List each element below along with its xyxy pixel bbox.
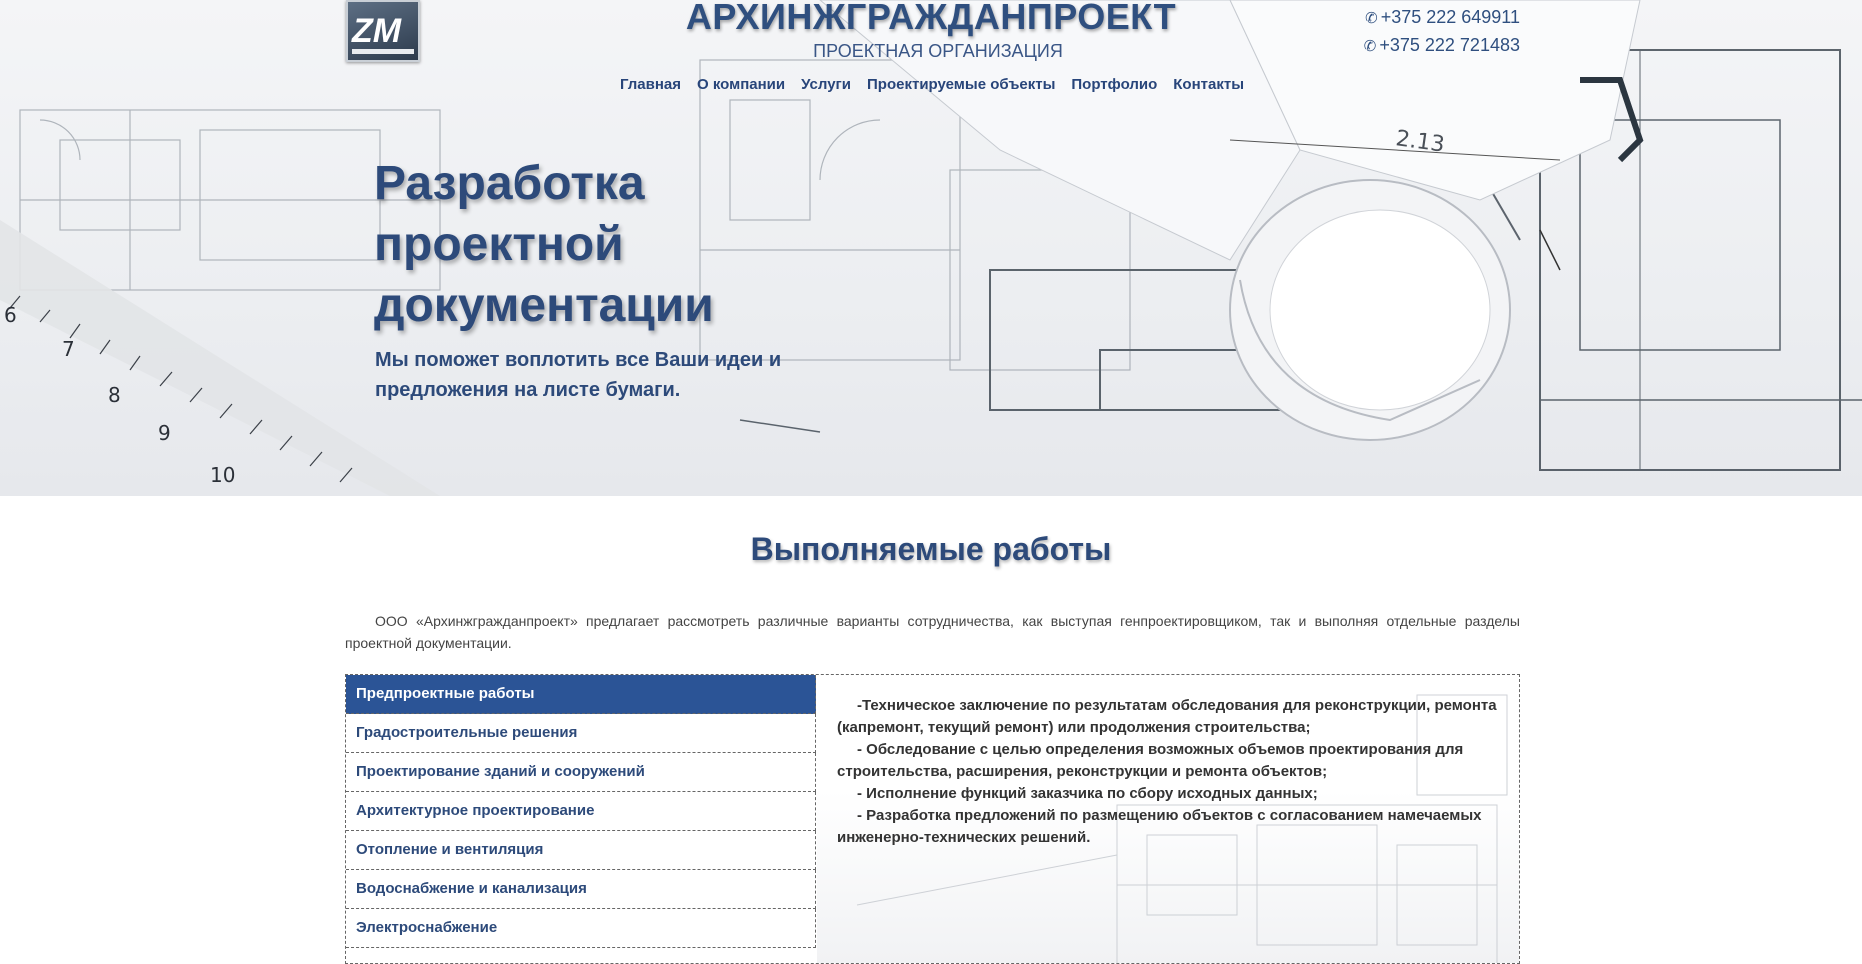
content-paragraph: - Разработка предложений по размещению о… — [837, 807, 1482, 846]
svg-text:10: 10 — [210, 463, 235, 487]
phone-list: ✆ +375 222 649911 ✆ +375 222 721483 — [1364, 4, 1520, 60]
tab-heating-ventilation[interactable]: Отопление и вентиляция — [346, 831, 816, 870]
phone-icon: ✆ — [1363, 38, 1377, 55]
brand-subtitle: ПРОЕКТНАЯ ОРГАНИЗАЦИЯ — [813, 41, 1063, 61]
nav-item-services[interactable]: Услуги — [801, 76, 851, 93]
nav-item-portfolio[interactable]: Портфолио — [1071, 76, 1157, 93]
hero-banner: 678 9 10 2.13 ZM АРХИНЖГРАЖДАНПРОЕКТ ПРОЕ… — [0, 0, 1862, 496]
phone-item[interactable]: ✆ +375 222 721483 — [1364, 32, 1520, 60]
svg-text:9: 9 — [158, 421, 171, 445]
svg-text:7: 7 — [62, 337, 75, 361]
tab-water-sewerage[interactable]: Водоснабжение и канализация — [346, 870, 816, 909]
phone-number: +375 222 721483 — [1379, 35, 1520, 55]
phone-number: +375 222 649911 — [1380, 7, 1520, 27]
blueprint-background-image: 678 910 2.13 — [0, 0, 1862, 496]
tab-architecture[interactable]: Архитектурное проектирование — [346, 792, 816, 831]
content-paragraph: - Исполнение функций заказчика по сбору … — [857, 785, 1318, 802]
tab-content: -Техническое заключение по результатам о… — [817, 675, 1519, 963]
nav-item-about[interactable]: О компании — [697, 76, 785, 93]
svg-text:6: 6 — [4, 303, 17, 327]
tab-urban-planning[interactable]: Градостроительные решения — [346, 714, 816, 753]
nav-item-objects[interactable]: Проектируемые объекты — [867, 76, 1055, 93]
services-tab-list: Предпроектные работы Градостроительные р… — [346, 675, 816, 948]
nav-item-contacts[interactable]: Контакты — [1173, 76, 1244, 93]
tab-content-text: -Техническое заключение по результатам о… — [837, 695, 1497, 849]
section-intro: ООО «Архинжгражданпроект» предлагает рас… — [345, 613, 1520, 651]
content-paragraph: -Техническое заключение по результатам о… — [837, 697, 1497, 736]
main-nav: Главная О компании Услуги Проектируемые … — [620, 76, 1244, 93]
brand-title: АРХИНЖГРАЖДАНПРОЕКТ — [685, 0, 1177, 37]
phone-icon: ✆ — [1365, 10, 1378, 27]
section-title: Выполняемые работы — [750, 531, 1112, 567]
services-panel: Предпроектные работы Градостроительные р… — [345, 674, 1520, 964]
nav-item-home[interactable]: Главная — [620, 76, 681, 93]
content-paragraph: - Обследование с целью определения возмо… — [837, 741, 1464, 780]
svg-text:8: 8 — [108, 383, 121, 407]
tab-power-supply[interactable]: Электроснабжение — [346, 909, 816, 948]
tab-building-design[interactable]: Проектирование зданий и сооружений — [346, 753, 816, 792]
tab-pre-project[interactable]: Предпроектные работы — [346, 675, 816, 714]
hero-text: Мы поможет воплотить все Ваши идеи и пре… — [375, 349, 782, 401]
hero-heading: Разработка проектной документации — [374, 157, 714, 332]
phone-item[interactable]: ✆ +375 222 649911 — [1364, 4, 1520, 32]
